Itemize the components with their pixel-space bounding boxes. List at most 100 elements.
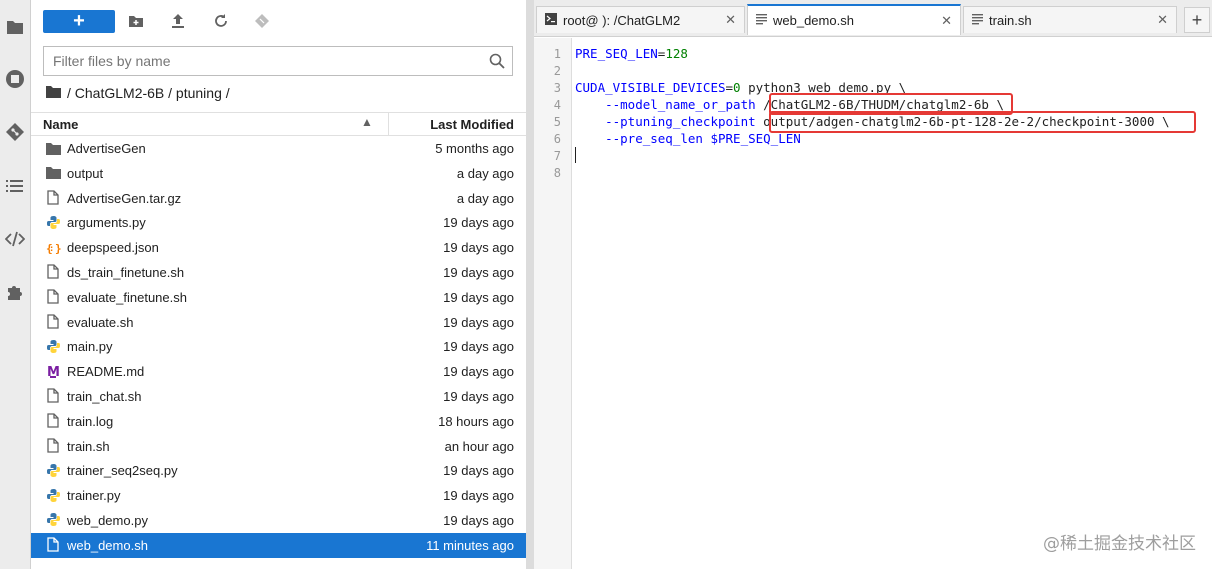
file-name: trainer_seq2seq.py: [67, 463, 178, 479]
running-icon[interactable]: [3, 67, 27, 91]
file-row[interactable]: M README.md 19 days ago: [31, 359, 526, 384]
file-modified: 5 months ago: [435, 141, 514, 156]
svg-text::: :: [50, 244, 53, 253]
line-number: 7: [553, 149, 561, 163]
editor-area: root@ ): /ChatGLM2 ✕ web_demo.sh ✕ train…: [534, 0, 1212, 569]
file-row[interactable]: AdvertiseGen.tar.gz a day ago: [31, 186, 526, 211]
file-icon: [45, 537, 61, 553]
file-modified: 19 days ago: [443, 339, 514, 355]
python-icon: [45, 512, 61, 528]
file-icon: [45, 413, 61, 429]
breadcrumb-path[interactable]: / ChatGLM2-6B / ptuning /: [67, 85, 230, 101]
file-name: evaluate_finetune.sh: [67, 289, 187, 305]
file-name: train.sh: [67, 438, 110, 454]
variable-token: PRE_SEQ_LEN: [575, 46, 658, 61]
sort-ascending-icon[interactable]: ▲: [361, 115, 373, 129]
file-icon: [45, 190, 61, 206]
svg-text:}: }: [55, 242, 61, 255]
flag-token: --model_name_or_path: [575, 97, 756, 112]
folder-icon[interactable]: [3, 15, 27, 39]
toc-icon[interactable]: [3, 174, 27, 198]
file-modified: a day ago: [456, 165, 514, 181]
tab-bar: root@ ): /ChatGLM2 ✕ web_demo.sh ✕ train…: [534, 0, 1212, 37]
file-icon: [45, 289, 61, 305]
markdown-icon: M: [45, 363, 61, 379]
code-line-1: PRE_SEQ_LEN=128: [575, 45, 688, 62]
file-name: README.md: [67, 364, 145, 380]
refresh-icon[interactable]: [212, 12, 230, 30]
line-number: 2: [553, 64, 561, 78]
file-row[interactable]: main.py 19 days ago: [31, 334, 526, 359]
file-row[interactable]: AdvertiseGen 5 months ago: [31, 136, 526, 161]
file-name: AdvertiseGen: [67, 141, 146, 156]
file-row[interactable]: train.log 18 hours ago: [31, 409, 526, 434]
python-icon: [45, 214, 61, 230]
line-number: 6: [553, 132, 561, 146]
file-row[interactable]: arguments.py 19 days ago: [31, 210, 526, 235]
close-icon[interactable]: ✕: [941, 13, 952, 29]
filter-box: [43, 46, 513, 76]
file-name: AdvertiseGen.tar.gz: [67, 190, 182, 206]
file-row[interactable]: {:} deepspeed.json 19 days ago: [31, 235, 526, 260]
upload-icon[interactable]: [169, 12, 187, 30]
file-row[interactable]: trainer.py 19 days ago: [31, 483, 526, 508]
watermark: @稀土掘金技术社区: [1043, 534, 1196, 554]
python-icon: [45, 487, 61, 503]
number-token: 128: [665, 46, 688, 61]
file-browser: + / ChatGLM2-6B / ptuning / Name ▲ Last …: [31, 0, 526, 569]
file-icon: [45, 314, 61, 330]
file-modified: 19 days ago: [443, 463, 514, 479]
line-number: 8: [553, 166, 561, 180]
filter-input[interactable]: [44, 47, 474, 75]
file-row[interactable]: output a day ago: [31, 161, 526, 186]
file-row[interactable]: train.sh an hour ago: [31, 434, 526, 459]
add-tab-button[interactable]: +: [1184, 7, 1210, 33]
column-name-header[interactable]: Name: [43, 117, 78, 132]
git-icon[interactable]: [3, 120, 27, 144]
file-row[interactable]: web_demo.py 19 days ago: [31, 508, 526, 533]
file-modified: 19 days ago: [443, 488, 514, 504]
tab-train-sh[interactable]: train.sh ✕: [963, 6, 1177, 33]
new-launcher-button[interactable]: +: [43, 10, 115, 33]
file-modified: 19 days ago: [443, 388, 514, 404]
search-icon: [489, 53, 505, 74]
file-name: arguments.py: [67, 215, 146, 231]
file-row[interactable]: train_chat.sh 19 days ago: [31, 384, 526, 409]
file-row[interactable]: web_demo.sh 11 minutes ago: [31, 532, 526, 558]
extension-icon[interactable]: [3, 280, 27, 304]
column-modified-header[interactable]: Last Modified: [430, 117, 514, 132]
json-icon: {:}: [45, 239, 61, 255]
file-icon: [45, 438, 61, 454]
close-icon[interactable]: ✕: [725, 12, 736, 28]
file-row[interactable]: evaluate_finetune.sh 19 days ago: [31, 285, 526, 310]
new-folder-icon[interactable]: [127, 12, 145, 30]
file-list-header: Name ▲ Last Modified: [31, 112, 526, 136]
column-divider[interactable]: [388, 113, 389, 136]
tab-web-demo-sh[interactable]: web_demo.sh ✕: [747, 4, 961, 35]
file-modified: 18 hours ago: [438, 413, 514, 429]
code-icon[interactable]: [3, 227, 27, 251]
tab-label: root@ ): /ChatGLM2: [563, 12, 681, 28]
breadcrumb-home-folder-icon[interactable]: [46, 85, 61, 101]
file-name: evaluate.sh: [67, 314, 134, 330]
folder-icon: [45, 165, 61, 181]
file-name: web_demo.sh: [67, 537, 148, 553]
file-browser-toolbar: +: [31, 0, 526, 42]
file-row[interactable]: ds_train_finetune.sh 19 days ago: [31, 260, 526, 285]
file-modified: 19 days ago: [443, 264, 514, 280]
panel-splitter[interactable]: [526, 0, 534, 569]
file-row[interactable]: evaluate.sh 19 days ago: [31, 310, 526, 335]
file-modified: an hour ago: [444, 438, 514, 454]
tab-label: train.sh: [989, 12, 1032, 28]
variable-token: CUDA_VISIBLE_DEVICES: [575, 80, 726, 95]
file-row[interactable]: trainer_seq2seq.py 19 days ago: [31, 458, 526, 483]
breadcrumb: / ChatGLM2-6B / ptuning /: [46, 84, 230, 102]
close-icon[interactable]: ✕: [1157, 12, 1168, 28]
tab-terminal[interactable]: root@ ): /ChatGLM2 ✕: [536, 6, 745, 33]
number-token: 0: [733, 80, 741, 95]
text-file-icon: [972, 13, 983, 28]
file-name: train_chat.sh: [67, 388, 142, 404]
file-icon: [45, 388, 61, 404]
git-clone-icon[interactable]: [253, 12, 271, 30]
file-name: output: [67, 165, 104, 181]
